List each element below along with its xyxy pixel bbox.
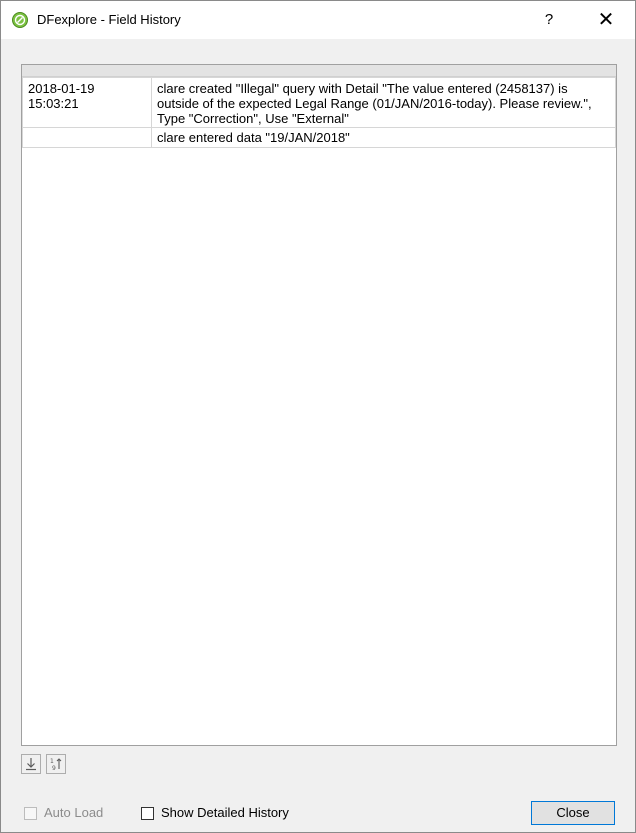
svg-text:1: 1: [50, 758, 54, 765]
svg-text:9: 9: [52, 765, 56, 771]
close-button[interactable]: Close: [531, 801, 615, 825]
help-button[interactable]: ?: [535, 7, 563, 33]
auto-load-checkbox: [24, 807, 37, 820]
show-detailed-history-checkbox[interactable]: [141, 807, 154, 820]
history-table[interactable]: 2018-01-19 15:03:21 clare created "Illeg…: [21, 64, 617, 746]
table-row[interactable]: clare entered data "19/JAN/2018": [22, 127, 616, 148]
window-close-icon[interactable]: ✕: [591, 7, 621, 33]
timestamp-cell: 2018-01-19 15:03:21: [22, 77, 152, 128]
export-button[interactable]: [21, 754, 41, 774]
timestamp-cell: [22, 127, 152, 148]
table-header: [22, 65, 616, 77]
sort-button[interactable]: 1 9: [46, 754, 66, 774]
dfexplore-app-icon: [12, 12, 28, 28]
entry-date: 2018-01-19: [28, 81, 95, 96]
auto-load-label: Auto Load: [44, 805, 104, 820]
field-history-dialog: DFexplore - Field History ? ✕ 2018-01-19…: [0, 0, 636, 833]
entry-time: 15:03:21: [28, 96, 79, 111]
description-cell: clare entered data "19/JAN/2018": [151, 127, 616, 148]
show-detailed-history-label[interactable]: Show Detailed History: [161, 805, 289, 820]
description-cell: clare created "Illegal" query with Detai…: [151, 77, 616, 128]
history-grid: 2018-01-19 15:03:21 clare created "Illeg…: [22, 77, 616, 148]
window-title: DFexplore - Field History: [37, 12, 181, 27]
title-bar: DFexplore - Field History ? ✕: [1, 1, 635, 39]
table-row[interactable]: 2018-01-19 15:03:21 clare created "Illeg…: [22, 77, 616, 128]
